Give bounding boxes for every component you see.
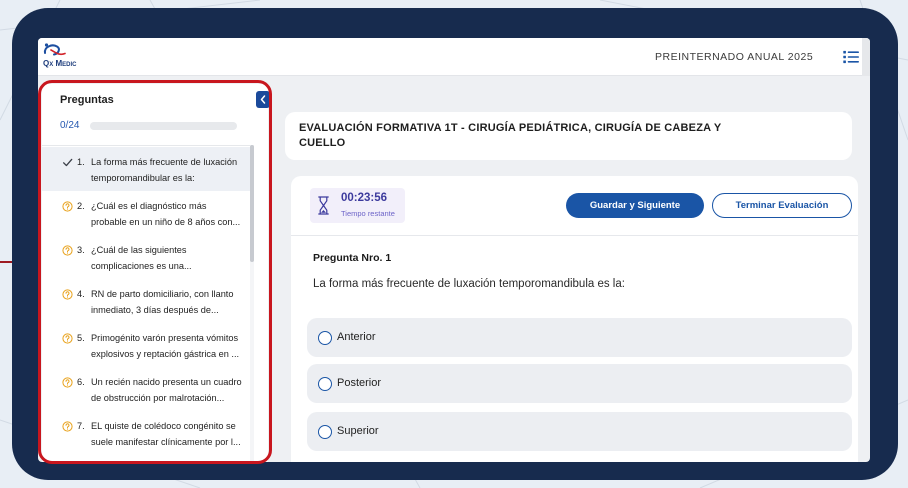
question-preview-line: de obstrucción por malrotación...: [91, 393, 225, 403]
question-item-4[interactable]: 4. RN de parto domiciliario, con llanto …: [42, 279, 250, 323]
option-radio[interactable]: [318, 330, 332, 345]
sidebar-scroll-thumb[interactable]: [250, 145, 254, 262]
question-number: 6.: [77, 377, 85, 387]
question-preview: RN de parto domiciliario, con llanto inm…: [91, 286, 233, 318]
progress-count: 0/24: [60, 120, 80, 131]
timer-label: Tiempo restante: [341, 209, 395, 218]
question-heading: Pregunta Nro. 1: [313, 252, 392, 264]
question-preview: EL quiste de colédoco congénito se suele…: [91, 418, 241, 450]
question-number: 2.: [77, 201, 85, 211]
question-preview-line: inmediato, 3 días después de...: [91, 305, 219, 315]
card-divider: [291, 235, 858, 236]
timer-value: 00:23:56: [341, 192, 388, 204]
question-circle-icon: [62, 200, 73, 212]
logo-text: Qx Medic: [43, 59, 77, 68]
question-number: 7.: [77, 421, 85, 431]
question-preview: Un recién nacido presenta un cuadro de o…: [91, 374, 242, 406]
question-preview-line: La forma más frecuente de luxación: [91, 157, 238, 167]
question-number: 5.: [77, 333, 85, 343]
save-and-next-button[interactable]: Guardar y Siguiente: [566, 193, 704, 218]
question-preview: ¿Cuál es el diagnóstico más probable en …: [91, 198, 240, 230]
question-list: 1. La forma más frecuente de luxación te…: [42, 147, 250, 455]
exam-title-card: EVALUACIÓN FORMATIVA 1T - CIRUGÍA PEDIÁT…: [285, 112, 852, 160]
sidebar-title: Preguntas: [60, 94, 114, 106]
question-preview-line: RN de parto domiciliario, con llanto: [91, 289, 234, 299]
finish-exam-button[interactable]: Terminar Evaluación: [712, 193, 852, 218]
question-preview: ¿Cuál de las siguientes complicaciones e…: [91, 242, 192, 274]
question-preview-line: complicaciones es una...: [91, 261, 192, 271]
answer-option-3[interactable]: Superior: [307, 412, 852, 451]
question-number: 1.: [77, 157, 85, 167]
progress-bar: [90, 122, 237, 130]
logo-emblem-icon: [43, 43, 66, 56]
top-bar: Qx Medic PREINTERNADO ANUAL 2025: [38, 38, 870, 76]
option-radio[interactable]: [318, 424, 332, 439]
question-preview-line: ¿Cuál de las siguientes: [91, 245, 187, 255]
question-preview-line: Primogénito varón presenta vómitos: [91, 333, 239, 343]
option-label: Superior: [337, 425, 379, 437]
course-title: PREINTERNADO ANUAL 2025: [655, 51, 814, 63]
question-circle-icon: [62, 288, 73, 300]
check-icon: [62, 157, 73, 168]
qx-medic-logo[interactable]: Qx Medic: [42, 42, 96, 72]
question-preview-line: probable en un niño de 8 años con...: [91, 217, 241, 227]
sidebar-divider: [42, 145, 250, 146]
question-text: La forma más frecuente de luxación tempo…: [313, 278, 625, 290]
option-radio[interactable]: [318, 376, 332, 391]
question-item-7[interactable]: 7. EL quiste de colédoco congénito se su…: [42, 411, 250, 455]
question-circle-icon: [62, 332, 73, 344]
question-number: 4.: [77, 289, 85, 299]
question-circle-icon: [62, 244, 73, 256]
question-number: 3.: [77, 245, 85, 255]
question-circle-icon: [62, 420, 73, 432]
question-preview-line: Un recién nacido presenta un cuadro: [91, 377, 242, 387]
question-circle-icon: [62, 376, 73, 388]
timer: 00:23:56 Tiempo restante: [310, 188, 405, 223]
question-item-1[interactable]: 1. La forma más frecuente de luxación te…: [42, 147, 250, 191]
menu-button[interactable]: [843, 50, 859, 64]
option-label: Anterior: [337, 331, 376, 343]
chevron-left-icon: [260, 95, 266, 104]
questions-sidebar: Preguntas 0/24 1. La forma más frecuente…: [42, 84, 268, 462]
hourglass-icon: [318, 196, 329, 215]
page-scrollbar[interactable]: [862, 38, 870, 76]
exam-title: EVALUACIÓN FORMATIVA 1T - CIRUGÍA PEDIÁT…: [299, 122, 722, 149]
question-preview-line: EL quiste de colédoco congénito se: [91, 421, 236, 431]
answer-option-2[interactable]: Posterior: [307, 364, 852, 403]
question-item-6[interactable]: 6. Un recién nacido presenta un cuadro d…: [42, 367, 250, 411]
list-icon: [843, 50, 859, 64]
question-item-3[interactable]: 3. ¿Cuál de las siguientes complicacione…: [42, 235, 250, 279]
collapse-sidebar-button[interactable]: [256, 91, 270, 108]
question-preview-line: suele manifestar clínicamente por l...: [91, 437, 241, 447]
question-preview-line: explosivos y reptación gástrica en ...: [91, 349, 240, 359]
answer-option-1[interactable]: Anterior: [307, 318, 852, 357]
question-preview: La forma más frecuente de luxación tempo…: [91, 154, 237, 186]
question-card: 00:23:56 Tiempo restante Guardar y Sigui…: [291, 176, 858, 462]
option-label: Posterior: [337, 377, 382, 389]
question-preview-line: temporomandibular es la:: [91, 173, 195, 183]
question-item-5[interactable]: 5. Primogénito varón presenta vómitos ex…: [42, 323, 250, 367]
question-item-2[interactable]: 2. ¿Cuál es el diagnóstico más probable …: [42, 191, 250, 235]
question-preview: Primogénito varón presenta vómitos explo…: [91, 330, 239, 362]
question-preview-line: ¿Cuál es el diagnóstico más: [91, 201, 207, 211]
app-screen: Qx Medic PREINTERNADO ANUAL 2025 Pregunt…: [38, 38, 870, 462]
